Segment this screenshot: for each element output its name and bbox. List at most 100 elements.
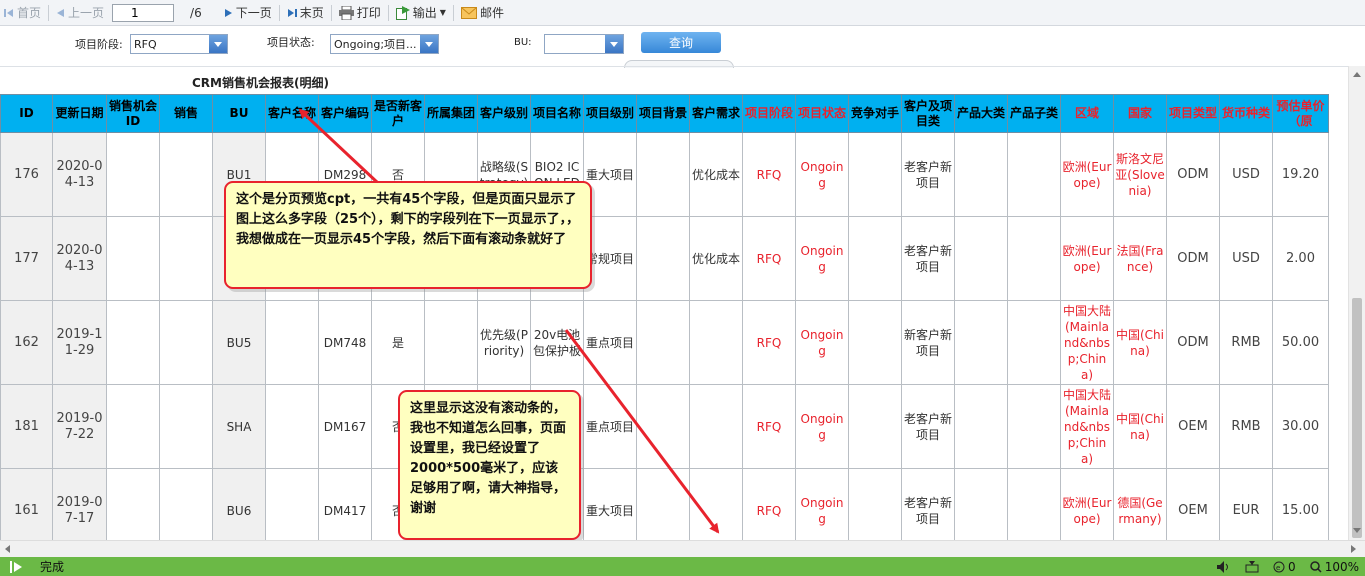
column-header: 项目状态 xyxy=(795,94,849,133)
horizontal-scrollbar[interactable] xyxy=(0,540,1365,557)
table-row: 177 2020-04-13 常规项目 优化成本 RFQ Ongoing 老客户新项目 欧洲(… xyxy=(0,216,1329,301)
table-row: 1812019-07-22SHADM167否重点项目RFQOngoing老客户新… xyxy=(0,384,1329,469)
table-cell xyxy=(159,384,213,469)
column-header: 客户需求 xyxy=(689,94,743,133)
table-cell xyxy=(1007,384,1061,469)
table-cell: 162 xyxy=(0,300,53,385)
export-icon xyxy=(395,5,410,20)
scroll-down-icon[interactable] xyxy=(1353,528,1361,533)
table-cell: 老客户新项目 xyxy=(901,216,955,301)
sidebar-toggle-icon[interactable] xyxy=(10,560,24,573)
table-cell xyxy=(954,384,1008,469)
scroll-up-icon[interactable] xyxy=(1353,72,1361,77)
toolbar-divider xyxy=(278,4,280,21)
table-cell: ODM xyxy=(1166,132,1220,217)
print-button[interactable]: 打印 xyxy=(335,2,385,24)
table-cell: 欧洲(Europe) xyxy=(1060,216,1114,301)
vertical-scrollbar[interactable] xyxy=(1348,66,1365,540)
table-row: 1762020-04-13BU1DM298否战略级(Strategy)BIO2 … xyxy=(0,132,1329,217)
table-cell: 50.00 xyxy=(1272,300,1329,385)
download-icon[interactable] xyxy=(1245,560,1259,573)
annotation-callout-bottom: 这里显示这没有滚动条的，我也不知道怎么回事，页面设置里，我已经设置了2000*5… xyxy=(398,390,581,540)
speaker-icon[interactable] xyxy=(1217,560,1231,573)
next-page-icon xyxy=(224,8,232,17)
table-cell: ODM xyxy=(1166,216,1220,301)
column-header: 货币种类 xyxy=(1219,94,1273,133)
scroll-left-icon[interactable] xyxy=(5,545,10,553)
table-cell: 20v电池包保护板 xyxy=(530,300,584,385)
table-cell: USD xyxy=(1219,132,1273,217)
table-cell: Ongoing xyxy=(795,216,849,301)
chevron-down-icon[interactable] xyxy=(209,35,227,53)
export-button[interactable]: 输出 ▼ xyxy=(392,2,450,24)
table-cell xyxy=(848,384,902,469)
table-cell: RMB xyxy=(1219,384,1273,469)
chevron-down-icon[interactable] xyxy=(420,35,438,53)
first-page-icon xyxy=(4,8,13,17)
status-filter-label: 项目状态: xyxy=(267,36,315,49)
column-header: 竞争对手 xyxy=(848,94,902,133)
last-page-button[interactable]: 末页 xyxy=(283,2,328,24)
table-cell xyxy=(954,216,1008,301)
table-cell xyxy=(848,300,902,385)
column-header: 预估单价（原 xyxy=(1272,94,1329,133)
table-cell: RFQ xyxy=(742,384,796,469)
table-cell xyxy=(265,300,319,385)
table-cell xyxy=(159,216,213,301)
zoom-level: 100% xyxy=(1324,559,1359,574)
scrollbar-thumb[interactable] xyxy=(1352,298,1362,538)
table-cell: 中国(China) xyxy=(1113,384,1167,469)
table-cell xyxy=(1007,216,1061,301)
prev-page-button[interactable]: 上一页 xyxy=(52,2,108,24)
mail-button[interactable]: 邮件 xyxy=(457,2,508,24)
table-cell xyxy=(106,300,160,385)
table-row: 162 2019-11-29 BU5 DM748 是优先级(Priority) 20v电池… xyxy=(0,300,1329,385)
blocked-count[interactable]: e0 xyxy=(1273,560,1296,574)
table-cell xyxy=(954,300,1008,385)
query-parameter-pane: 项目阶段: RFQ 项目状态: Ongoing;项目... BU: 查询 xyxy=(0,26,1365,68)
table-cell xyxy=(106,132,160,217)
scroll-right-icon[interactable] xyxy=(1351,545,1356,553)
table-cell xyxy=(636,132,690,217)
table-cell: 2020-04-13 xyxy=(52,132,107,217)
column-header: 销售机会ID xyxy=(106,94,160,133)
next-page-button[interactable]: 下一页 xyxy=(220,2,276,24)
print-label: 打印 xyxy=(356,6,381,20)
chevron-down-icon[interactable] xyxy=(605,35,623,53)
column-header: ID xyxy=(0,94,53,133)
table-cell xyxy=(106,216,160,301)
table-cell xyxy=(954,132,1008,217)
bu-select[interactable] xyxy=(544,34,624,54)
table-cell xyxy=(159,300,213,385)
table-cell: USD xyxy=(1219,216,1273,301)
printer-icon xyxy=(338,5,354,20)
table-cell: OEM xyxy=(1166,384,1220,469)
column-header: 所属集团 xyxy=(424,94,478,133)
stage-select[interactable]: RFQ xyxy=(130,34,228,54)
table-cell: Ongoing xyxy=(795,132,849,217)
next-page-label: 下一页 xyxy=(235,6,272,20)
first-page-button[interactable]: 首页 xyxy=(0,2,45,24)
status-bar: 完成 e0 100% xyxy=(0,557,1365,576)
toolbar-divider xyxy=(387,4,389,21)
table-cell: RFQ xyxy=(742,300,796,385)
first-page-label: 首页 xyxy=(17,6,42,20)
column-header: 产品子类 xyxy=(1007,94,1061,133)
column-header: 项目名称 xyxy=(530,94,584,133)
blocked-count-value: 0 xyxy=(1288,559,1296,574)
zoom-control[interactable]: 100% xyxy=(1309,559,1359,574)
table-cell xyxy=(1007,132,1061,217)
status-select[interactable]: Ongoing;项目... xyxy=(330,34,439,54)
table-cell: DM748 xyxy=(318,300,372,385)
page-number-input[interactable] xyxy=(112,3,175,22)
table-cell: 是 xyxy=(371,300,425,385)
export-label: 输出 xyxy=(412,6,437,20)
column-header: 客户编码 xyxy=(318,94,372,133)
query-button[interactable]: 查询 xyxy=(641,32,721,53)
column-header: 国家 xyxy=(1113,94,1167,133)
table-cell: RFQ xyxy=(742,132,796,217)
table-cell: 重点项目 xyxy=(583,384,637,469)
table-cell: 30.00 xyxy=(1272,384,1329,469)
table-cell: ODM xyxy=(1166,300,1220,385)
column-header: 是否新客户 xyxy=(371,94,425,133)
